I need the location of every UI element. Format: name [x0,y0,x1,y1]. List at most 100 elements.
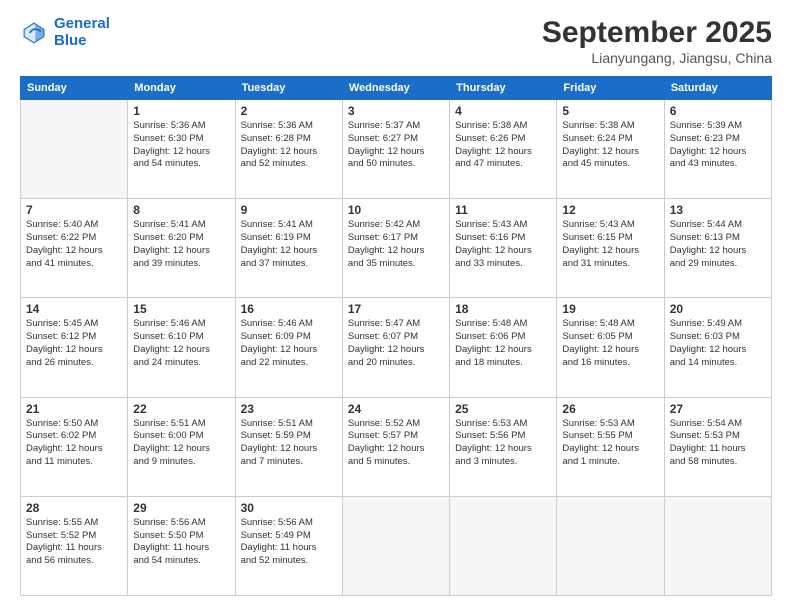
day-number: 11 [455,203,551,217]
col-sunday: Sunday [21,77,128,100]
day-number: 2 [241,104,337,118]
calendar-body: 1 Sunrise: 5:36 AM Sunset: 6:30 PM Daylig… [21,100,772,596]
day-number: 16 [241,302,337,316]
calendar-cell: 14 Sunrise: 5:45 AM Sunset: 6:12 PM Dayli… [21,298,128,397]
day-number: 6 [670,104,766,118]
day-info: Sunrise: 5:56 AM Sunset: 5:50 PM Dayligh… [133,517,229,568]
col-monday: Monday [128,77,235,100]
day-info: Sunrise: 5:39 AM Sunset: 6:23 PM Dayligh… [670,120,766,171]
day-info: Sunrise: 5:48 AM Sunset: 6:06 PM Dayligh… [455,318,551,369]
calendar-cell: 8Sunrise: 5:41 AM Sunset: 6:20 PM Daylig… [128,199,235,298]
day-number: 26 [562,402,658,416]
logo: General Blue [20,16,110,49]
calendar-cell: 11 Sunrise: 5:43 AM Sunset: 6:16 PM Dayli… [450,199,557,298]
day-info: Sunrise: 5:46 AM Sunset: 6:09 PM Dayligh… [241,318,337,369]
calendar-cell: 3 Sunrise: 5:37 AM Sunset: 6:27 PM Daylig… [342,100,449,199]
day-number: 20 [670,302,766,316]
day-number: 17 [348,302,444,316]
day-info: Sunrise: 5:45 AM Sunset: 6:12 PM Dayligh… [26,318,122,369]
day-info: Sunrise: 5:46 AM Sunset: 6:10 PM Dayligh… [133,318,229,369]
calendar-cell [664,496,771,595]
calendar-cell: 1 Sunrise: 5:36 AM Sunset: 6:30 PM Daylig… [128,100,235,199]
calendar-week-1: 7Sunrise: 5:40 AM Sunset: 6:22 PM Daylig… [21,199,772,298]
calendar-cell: 2 Sunrise: 5:36 AM Sunset: 6:28 PM Daylig… [235,100,342,199]
day-number: 1 [133,104,229,118]
day-number: 8 [133,203,229,217]
calendar-cell: 10 Sunrise: 5:42 AM Sunset: 6:17 PM Dayli… [342,199,449,298]
calendar-cell: 26 Sunrise: 5:53 AM Sunset: 5:55 PM Dayli… [557,397,664,496]
day-number: 27 [670,402,766,416]
day-number: 29 [133,501,229,515]
day-number: 3 [348,104,444,118]
calendar-cell: 19Sunrise: 5:48 AM Sunset: 6:05 PM Dayli… [557,298,664,397]
day-number: 18 [455,302,551,316]
day-number: 14 [26,302,122,316]
day-number: 5 [562,104,658,118]
calendar-cell: 21 Sunrise: 5:50 AM Sunset: 6:02 PM Dayli… [21,397,128,496]
day-number: 25 [455,402,551,416]
col-thursday: Thursday [450,77,557,100]
calendar-table: Sunday Monday Tuesday Wednesday Thursday… [20,76,772,596]
col-tuesday: Tuesday [235,77,342,100]
day-info: Sunrise: 5:38 AM Sunset: 6:24 PM Dayligh… [562,120,658,171]
calendar-header-row: Sunday Monday Tuesday Wednesday Thursday… [21,77,772,100]
calendar-cell: 22Sunrise: 5:51 AM Sunset: 6:00 PM Dayli… [128,397,235,496]
calendar-cell: 29 Sunrise: 5:56 AM Sunset: 5:50 PM Dayli… [128,496,235,595]
day-info: Sunrise: 5:36 AM Sunset: 6:28 PM Dayligh… [241,120,337,171]
day-number: 4 [455,104,551,118]
day-number: 30 [241,501,337,515]
calendar-cell: 27 Sunrise: 5:54 AM Sunset: 5:53 PM Dayli… [664,397,771,496]
day-number: 15 [133,302,229,316]
location: Lianyungang, Jiangsu, China [542,50,772,66]
calendar-week-0: 1 Sunrise: 5:36 AM Sunset: 6:30 PM Daylig… [21,100,772,199]
day-info: Sunrise: 5:40 AM Sunset: 6:22 PM Dayligh… [26,219,122,270]
col-friday: Friday [557,77,664,100]
calendar-cell [21,100,128,199]
day-number: 21 [26,402,122,416]
day-number: 10 [348,203,444,217]
day-info: Sunrise: 5:47 AM Sunset: 6:07 PM Dayligh… [348,318,444,369]
calendar-cell: 28 Sunrise: 5:55 AM Sunset: 5:52 PM Dayli… [21,496,128,595]
day-info: Sunrise: 5:44 AM Sunset: 6:13 PM Dayligh… [670,219,766,270]
day-info: Sunrise: 5:43 AM Sunset: 6:15 PM Dayligh… [562,219,658,270]
calendar-cell: 20 Sunrise: 5:49 AM Sunset: 6:03 PM Dayli… [664,298,771,397]
calendar-cell: 25 Sunrise: 5:53 AM Sunset: 5:56 PM Dayli… [450,397,557,496]
day-info: Sunrise: 5:53 AM Sunset: 5:56 PM Dayligh… [455,418,551,469]
calendar-cell: 6 Sunrise: 5:39 AM Sunset: 6:23 PM Daylig… [664,100,771,199]
calendar-week-4: 28 Sunrise: 5:55 AM Sunset: 5:52 PM Dayli… [21,496,772,595]
day-number: 28 [26,501,122,515]
calendar-cell: 16 Sunrise: 5:46 AM Sunset: 6:09 PM Dayli… [235,298,342,397]
day-number: 12 [562,203,658,217]
calendar-cell: 13 Sunrise: 5:44 AM Sunset: 6:13 PM Dayli… [664,199,771,298]
day-info: Sunrise: 5:53 AM Sunset: 5:55 PM Dayligh… [562,418,658,469]
day-info: Sunrise: 5:50 AM Sunset: 6:02 PM Dayligh… [26,418,122,469]
day-number: 13 [670,203,766,217]
calendar-week-2: 14 Sunrise: 5:45 AM Sunset: 6:12 PM Dayli… [21,298,772,397]
calendar-cell: 23Sunrise: 5:51 AM Sunset: 5:59 PM Dayli… [235,397,342,496]
calendar-cell: 18 Sunrise: 5:48 AM Sunset: 6:06 PM Dayli… [450,298,557,397]
day-info: Sunrise: 5:51 AM Sunset: 6:00 PM Dayligh… [133,418,229,469]
logo-text: General Blue [54,16,110,49]
calendar-cell: 9Sunrise: 5:41 AM Sunset: 6:19 PM Daylig… [235,199,342,298]
calendar-cell: 4Sunrise: 5:38 AM Sunset: 6:26 PM Daylig… [450,100,557,199]
header: General Blue September 2025 Lianyungang,… [20,16,772,66]
title-block: September 2025 Lianyungang, Jiangsu, Chi… [542,16,772,66]
calendar-cell: 17 Sunrise: 5:47 AM Sunset: 6:07 PM Dayli… [342,298,449,397]
day-info: Sunrise: 5:49 AM Sunset: 6:03 PM Dayligh… [670,318,766,369]
calendar-week-3: 21 Sunrise: 5:50 AM Sunset: 6:02 PM Dayli… [21,397,772,496]
day-info: Sunrise: 5:36 AM Sunset: 6:30 PM Dayligh… [133,120,229,171]
day-info: Sunrise: 5:42 AM Sunset: 6:17 PM Dayligh… [348,219,444,270]
calendar-cell: 15 Sunrise: 5:46 AM Sunset: 6:10 PM Dayli… [128,298,235,397]
calendar-cell: 30 Sunrise: 5:56 AM Sunset: 5:49 PM Dayli… [235,496,342,595]
day-info: Sunrise: 5:37 AM Sunset: 6:27 PM Dayligh… [348,120,444,171]
col-wednesday: Wednesday [342,77,449,100]
day-info: Sunrise: 5:43 AM Sunset: 6:16 PM Dayligh… [455,219,551,270]
day-info: Sunrise: 5:41 AM Sunset: 6:19 PM Dayligh… [241,219,337,270]
calendar-cell: 24Sunrise: 5:52 AM Sunset: 5:57 PM Dayli… [342,397,449,496]
day-info: Sunrise: 5:54 AM Sunset: 5:53 PM Dayligh… [670,418,766,469]
day-info: Sunrise: 5:52 AM Sunset: 5:57 PM Dayligh… [348,418,444,469]
logo-icon [20,19,48,47]
day-info: Sunrise: 5:56 AM Sunset: 5:49 PM Dayligh… [241,517,337,568]
day-info: Sunrise: 5:55 AM Sunset: 5:52 PM Dayligh… [26,517,122,568]
col-saturday: Saturday [664,77,771,100]
